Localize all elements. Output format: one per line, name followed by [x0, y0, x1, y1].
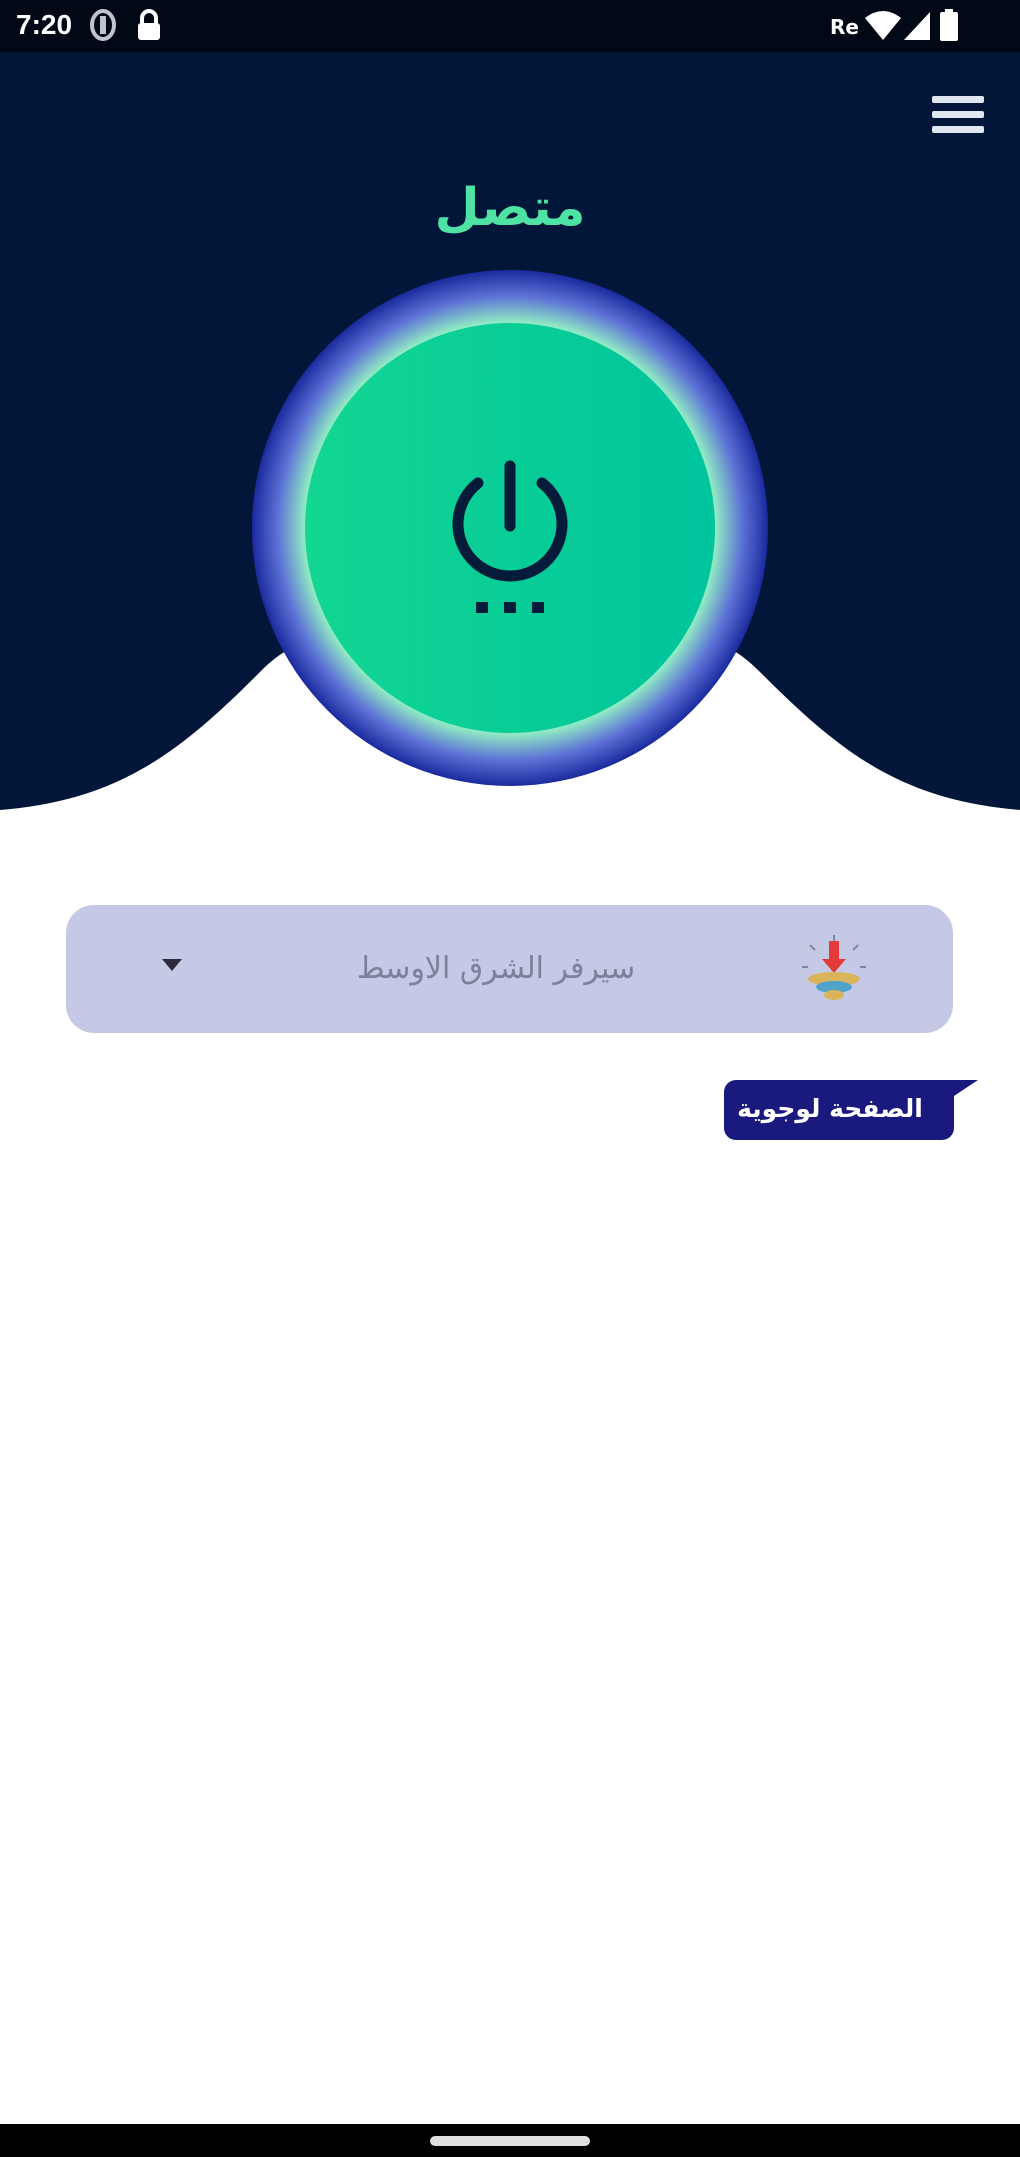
- power-button-graphic: [252, 270, 768, 786]
- wifi-icon: [865, 11, 901, 40]
- menu-button[interactable]: [930, 92, 986, 138]
- status-bar: 7:20 Re: [0, 0, 1020, 52]
- vpn-key-icon: [90, 9, 116, 41]
- home-handle[interactable]: [430, 2136, 590, 2146]
- svg-text:Re: Re: [830, 15, 859, 39]
- server-selector[interactable]: سيرفر الشرق الاوسط: [66, 905, 953, 1033]
- navigation-bar: [0, 2124, 1020, 2157]
- signal-icon: [904, 12, 930, 40]
- battery-icon: [940, 9, 958, 41]
- hamburger-menu-icon: [932, 96, 984, 133]
- promo-badge[interactable]: الصفحة لوجوية: [722, 1078, 978, 1142]
- lock-icon: [138, 9, 160, 40]
- three-dots-icon: [476, 602, 544, 613]
- chevron-down-icon: [162, 959, 182, 971]
- connection-status-text: متصل: [434, 178, 586, 238]
- promo-label: الصفحة لوجوية: [737, 1094, 923, 1123]
- cellular-label-icon: Re: [830, 15, 859, 39]
- server-name: سيرفر الشرق الاوسط: [356, 951, 636, 986]
- server-flag-icon: [802, 935, 866, 1000]
- status-time: 7:20: [16, 9, 73, 40]
- power-button[interactable]: [250, 268, 770, 788]
